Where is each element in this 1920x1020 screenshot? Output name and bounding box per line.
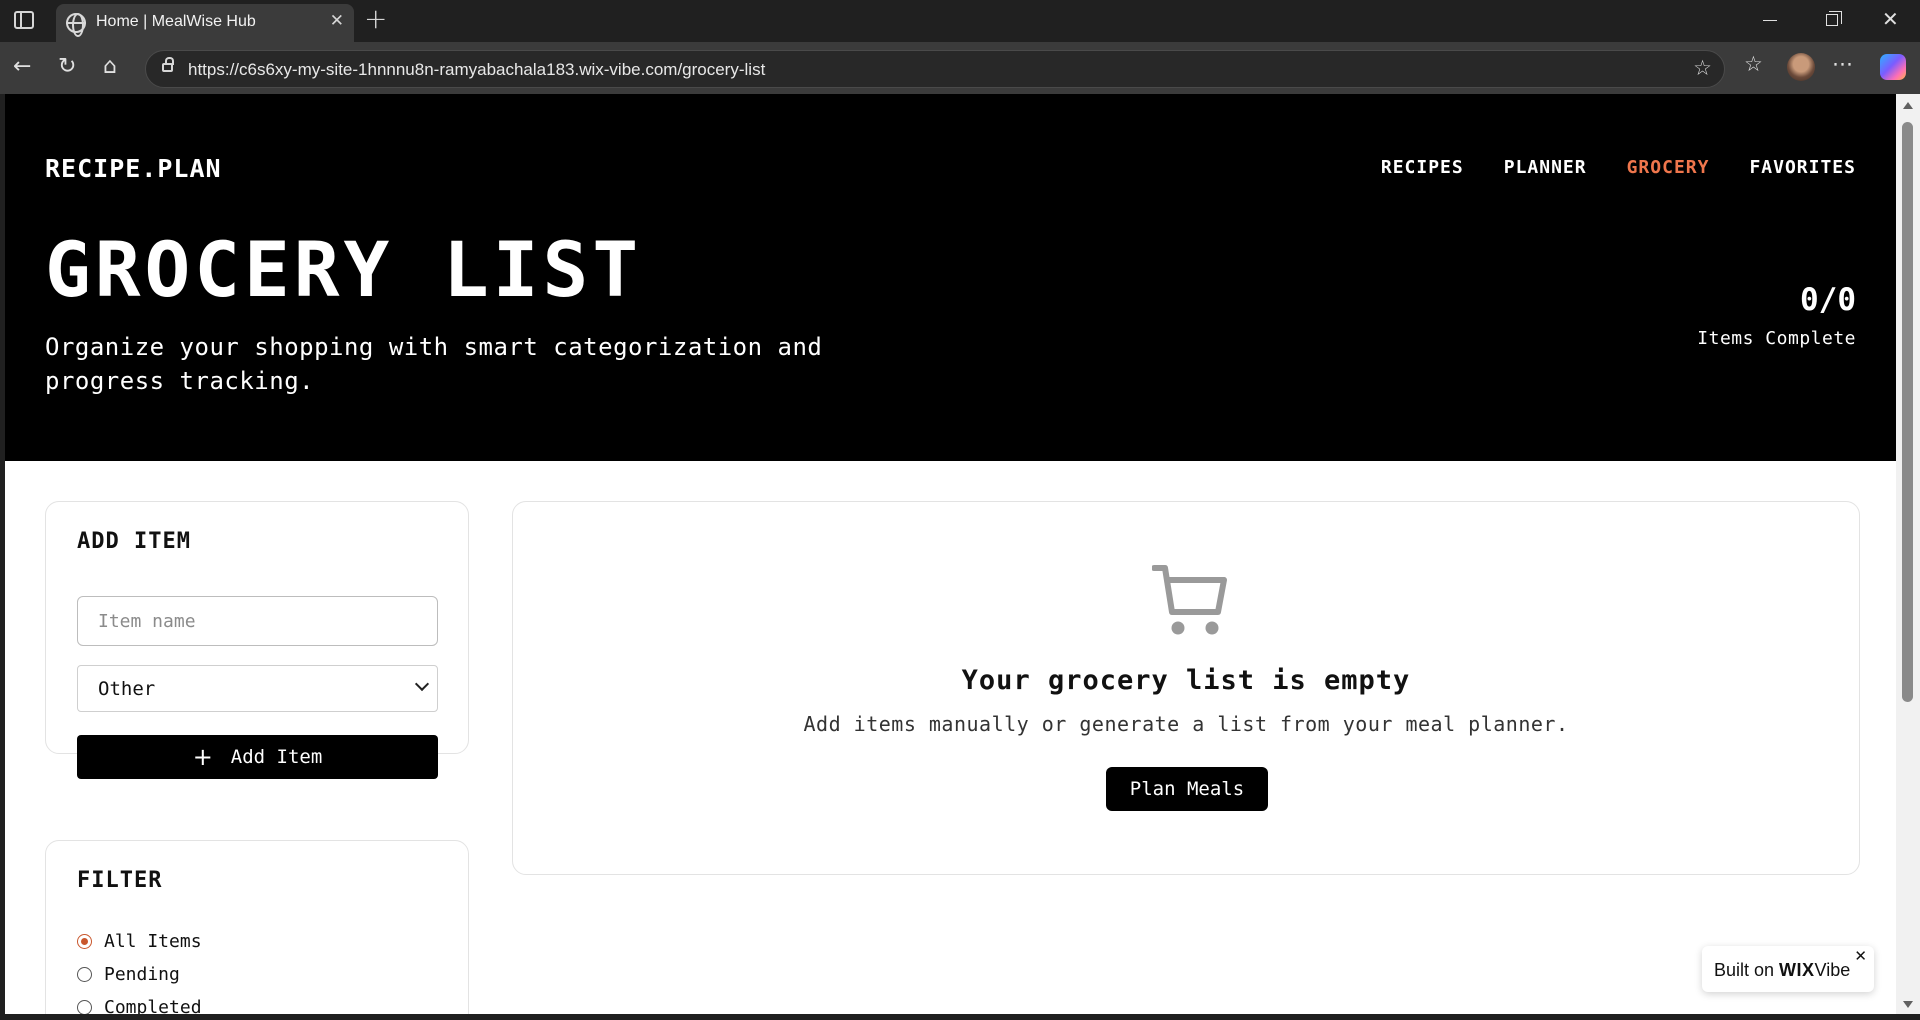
- wix-badge-brand: WIX: [1779, 960, 1815, 980]
- nav-planner[interactable]: PLANNER: [1504, 157, 1587, 178]
- window-close-icon[interactable]: ✕: [1882, 7, 1899, 31]
- main-nav: RECIPES PLANNER GROCERY FAVORITES: [1381, 157, 1856, 178]
- filter-completed[interactable]: Completed: [77, 997, 202, 1014]
- category-select[interactable]: Other: [77, 665, 438, 712]
- plus-icon: +: [192, 743, 213, 771]
- lock-icon[interactable]: [162, 57, 174, 72]
- hero-header: RECIPE.PLAN RECIPES PLANNER GROCERY FAVO…: [5, 94, 1896, 461]
- filter-completed-label: Completed: [104, 997, 202, 1014]
- wix-badge-prefix: Built on: [1714, 960, 1780, 980]
- browser-toolbar: ← ↻ ⌂ https://c6s6xy-my-site-1hnnnu8n-ra…: [0, 42, 1920, 94]
- site-logo[interactable]: RECIPE.PLAN: [45, 154, 222, 183]
- category-select-value: Other: [98, 678, 156, 700]
- empty-state-message: Add items manually or generate a list fr…: [803, 712, 1569, 736]
- url-text[interactable]: https://c6s6xy-my-site-1hnnnu8n-ramyabac…: [188, 60, 765, 80]
- filter-title: FILTER: [77, 868, 163, 893]
- browser-tab[interactable]: Home | MealWise Hub ✕: [56, 4, 354, 42]
- close-badge-icon[interactable]: ✕: [1854, 947, 1867, 965]
- nav-grocery[interactable]: GROCERY: [1627, 157, 1710, 178]
- radio-pending[interactable]: [77, 967, 92, 982]
- window-frame-bottom: [0, 1014, 1920, 1020]
- restore-icon[interactable]: [1826, 11, 1842, 26]
- scroll-up-icon[interactable]: [1903, 102, 1913, 109]
- add-item-button-label: Add Item: [230, 746, 323, 768]
- copilot-icon[interactable]: [1880, 54, 1906, 80]
- filter-all-items[interactable]: All Items: [77, 931, 202, 952]
- progress-counter: 0/0 Items Complete: [1697, 282, 1856, 349]
- profile-avatar[interactable]: [1787, 53, 1815, 81]
- filter-card: FILTER All Items Pending Completed: [45, 840, 469, 1014]
- add-item-title: ADD ITEM: [77, 529, 191, 554]
- address-bar[interactable]: https://c6s6xy-my-site-1hnnnu8n-ramyabac…: [145, 50, 1725, 88]
- radio-completed[interactable]: [77, 1000, 92, 1014]
- page-viewport: RECIPE.PLAN RECIPES PLANNER GROCERY FAVO…: [5, 94, 1896, 1014]
- page-title: GROCERY LIST: [45, 225, 643, 314]
- shopping-cart-icon: [1152, 565, 1227, 635]
- page-subtitle: Organize your shopping with smart catego…: [45, 333, 823, 395]
- wix-badge-text: Built on WIXVibe: [1714, 960, 1850, 981]
- nav-recipes[interactable]: RECIPES: [1381, 157, 1464, 178]
- empty-state-title: Your grocery list is empty: [961, 665, 1411, 696]
- close-tab-icon[interactable]: ✕: [330, 11, 344, 31]
- radio-all-items[interactable]: [77, 934, 92, 949]
- built-on-wix-badge[interactable]: Built on WIXVibe ✕: [1702, 946, 1874, 992]
- scrollbar-thumb[interactable]: [1902, 122, 1913, 702]
- back-icon[interactable]: ←: [13, 54, 31, 79]
- add-item-card: ADD ITEM Other + Add Item: [45, 501, 469, 779]
- filter-all-items-label: All Items: [104, 931, 202, 952]
- sidebar-toggle-icon[interactable]: [14, 11, 34, 29]
- reload-icon[interactable]: ↻: [58, 54, 76, 79]
- item-name-input[interactable]: [77, 596, 438, 646]
- more-options-icon[interactable]: ⋯: [1832, 52, 1853, 76]
- empty-state-card: Your grocery list is empty Add items man…: [512, 501, 1860, 875]
- plan-meals-button[interactable]: Plan Meals: [1106, 767, 1268, 811]
- filter-pending[interactable]: Pending: [77, 964, 180, 985]
- bookmark-star-icon[interactable]: ☆: [1693, 56, 1712, 80]
- chevron-down-icon: [414, 676, 430, 692]
- browser-tab-bar: Home | MealWise Hub ✕ + ✕: [0, 0, 1920, 42]
- tab-title: Home | MealWise Hub: [96, 13, 256, 30]
- page-scrollbar[interactable]: [1896, 94, 1920, 1014]
- items-complete-label: Items Complete: [1697, 328, 1856, 349]
- scroll-down-icon[interactable]: [1903, 1001, 1913, 1008]
- add-item-button[interactable]: + Add Item: [77, 735, 438, 779]
- minimize-icon[interactable]: [1763, 20, 1777, 21]
- home-icon[interactable]: ⌂: [103, 54, 117, 79]
- nav-favorites[interactable]: FAVORITES: [1749, 157, 1856, 178]
- favorites-icon[interactable]: ☆: [1744, 52, 1763, 76]
- filter-pending-label: Pending: [104, 964, 180, 985]
- globe-icon: [66, 13, 86, 37]
- wix-badge-suffix: Vibe: [1814, 960, 1851, 980]
- items-complete-count: 0/0: [1800, 282, 1856, 318]
- new-tab-icon[interactable]: +: [364, 2, 387, 35]
